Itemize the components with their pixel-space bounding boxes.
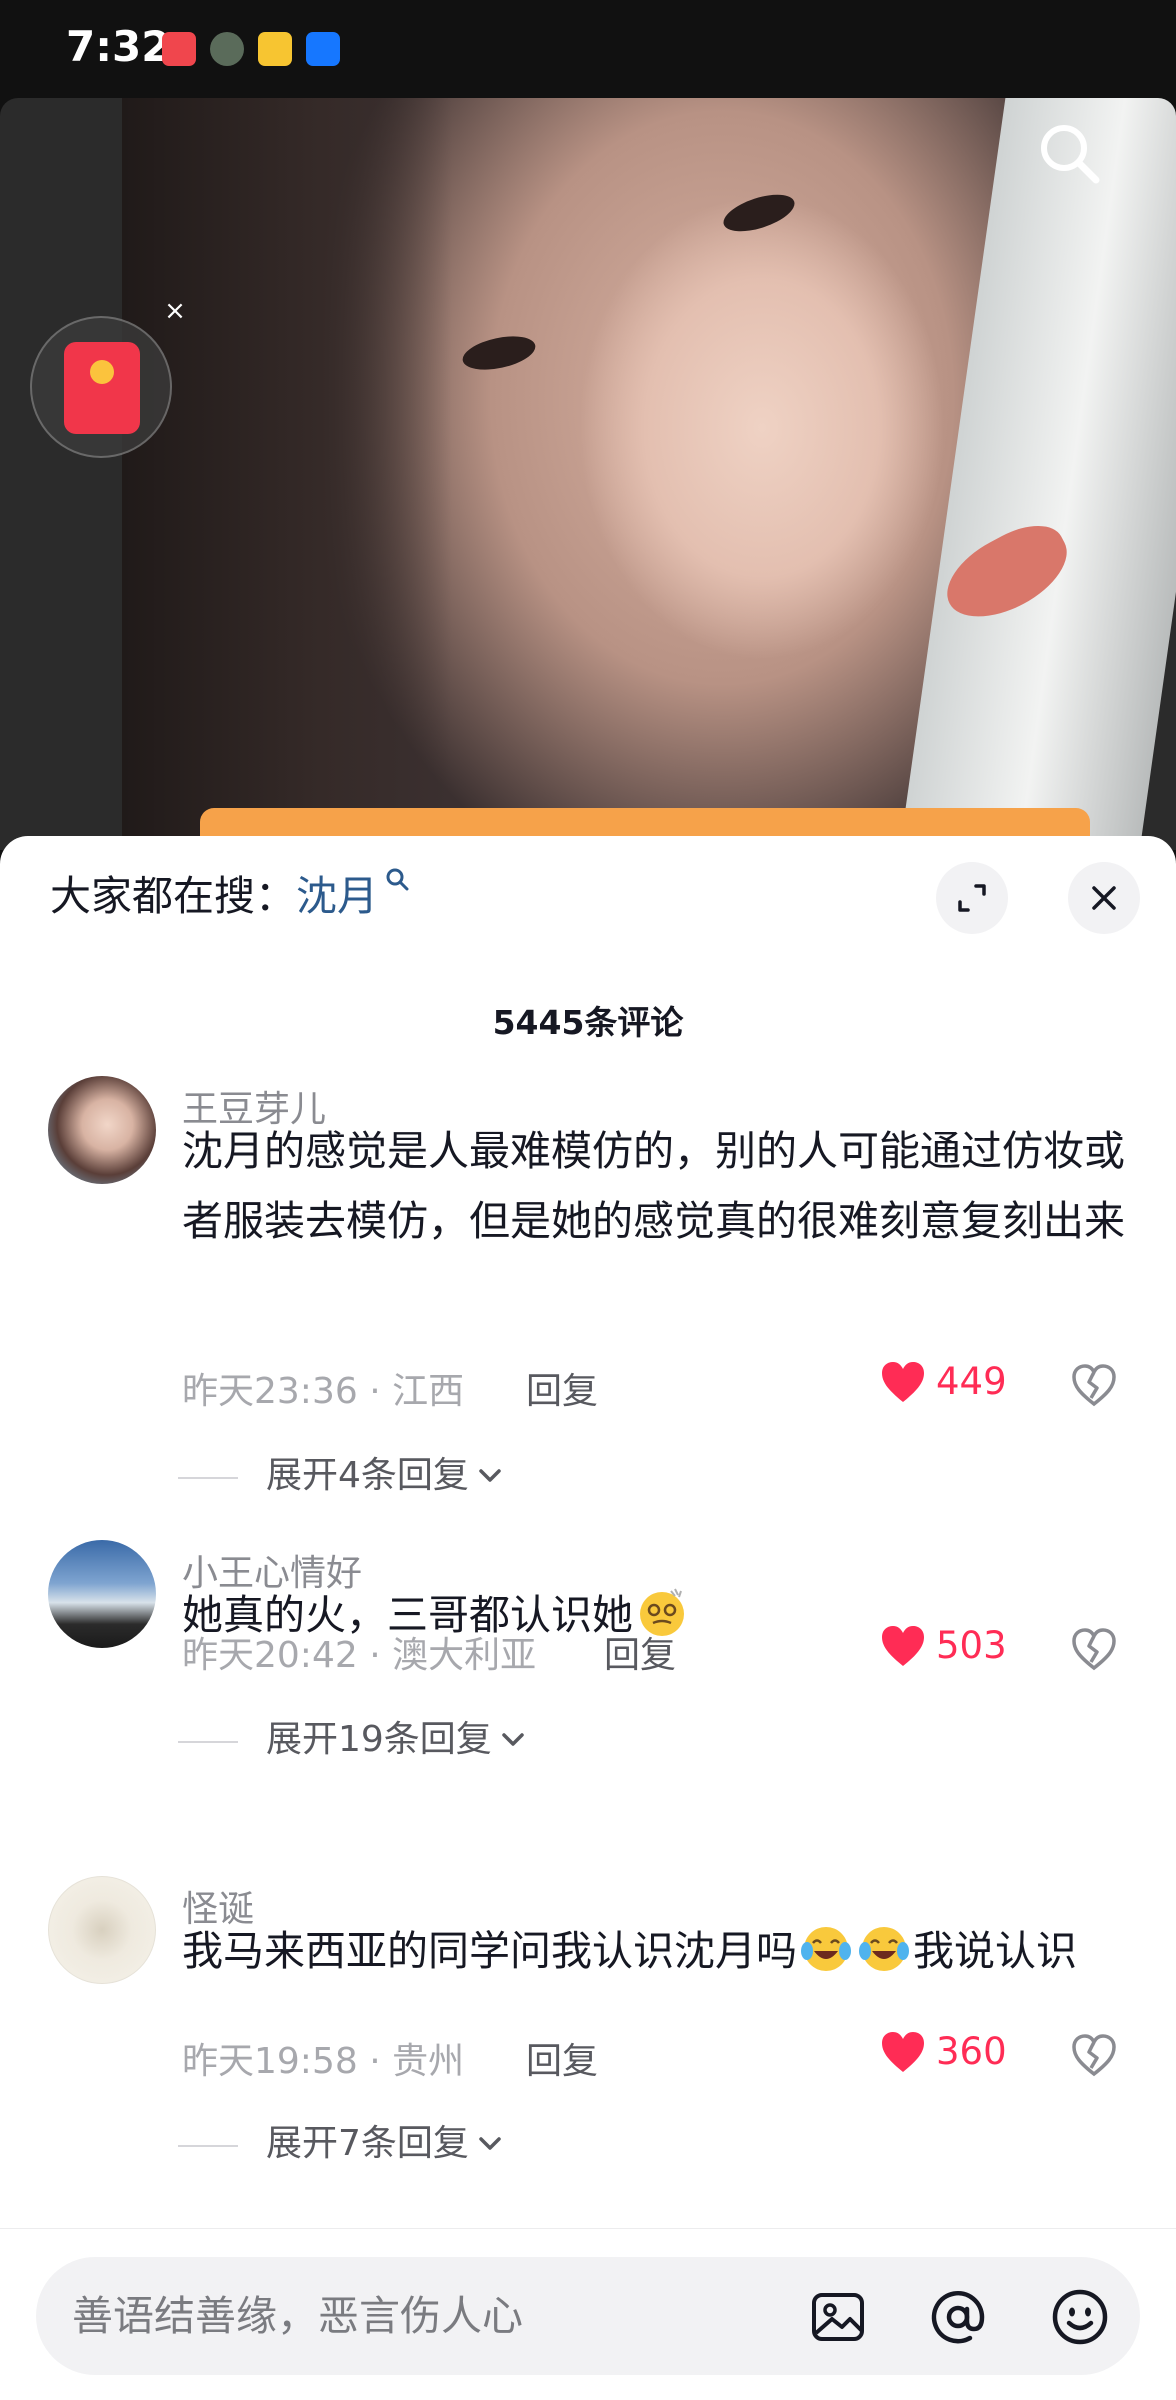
expand-replies-label: 展开4条回复	[266, 1455, 469, 1496]
red-packet-button[interactable]	[30, 316, 172, 458]
comment-location: 江西	[392, 1371, 465, 1412]
comment-text-content: 我马来西亚的同学问我认识沈月吗	[182, 1927, 797, 1975]
avatar[interactable]	[48, 1876, 156, 1984]
broken-heart-icon[interactable]	[1070, 1362, 1118, 1410]
heart-icon	[882, 2032, 924, 2072]
reply-button[interactable]: 回复	[604, 1626, 676, 1678]
comment-text-tail: 我说认识	[913, 1927, 1077, 1975]
like-count: 360	[936, 2030, 1007, 2073]
chevron-down-icon	[502, 1733, 524, 1746]
comment-meta: 昨天19:58 · 贵州	[182, 2041, 465, 2082]
comment-time: 昨天23:36	[182, 1371, 358, 1412]
reply-button[interactable]: 回复	[526, 2032, 598, 2084]
heart-icon	[882, 1362, 924, 1402]
at-icon[interactable]	[926, 2285, 990, 2349]
broken-heart-icon[interactable]	[1070, 1626, 1118, 1674]
chevron-down-icon	[479, 2137, 501, 2150]
broken-heart-icon[interactable]	[1070, 2032, 1118, 2080]
search-suggestion-keyword[interactable]: 沈月	[296, 872, 378, 920]
comment-meta: 昨天20:42 · 澳大利亚	[182, 1635, 537, 1676]
red-packet-icon	[64, 342, 140, 434]
video-frame	[122, 98, 1176, 850]
comment-meta: 昨天23:36 · 江西	[182, 1371, 465, 1412]
close-icon	[1092, 886, 1116, 910]
comment-time: 昨天20:42	[182, 1635, 358, 1676]
comment-text: 沈月的感觉是人最难模仿的，别的人可能通过仿妆或者服装去模仿，但是她的感觉真的很难…	[182, 1127, 1125, 1245]
expand-icon	[958, 884, 986, 912]
comments-sheet: 大家都在搜：沈月 5445条评论 王豆芽儿 沈月的感觉是人最难模仿的，别的人可能…	[0, 836, 1176, 2400]
mail-notification-icon	[258, 32, 292, 66]
close-button[interactable]	[1068, 862, 1140, 934]
laughing-tears-emoji-icon	[859, 1927, 909, 1971]
search-suggestion[interactable]: 大家都在搜：沈月	[50, 866, 410, 926]
avatar[interactable]	[48, 1076, 156, 1184]
red-packet-close-icon[interactable]: ×	[160, 296, 190, 326]
chevron-down-icon	[479, 1469, 501, 1482]
app-notification-icon	[162, 32, 196, 66]
comment-location: 贵州	[392, 2041, 465, 2082]
status-time: 7:32	[66, 22, 171, 71]
keyword-search-icon	[386, 868, 409, 891]
comment-input-bar: 善语结善缘，恶言伤人心	[0, 2228, 1176, 2400]
heart-icon	[882, 1626, 924, 1666]
expand-replies-label: 展开19条回复	[266, 1719, 492, 1760]
expand-button[interactable]	[936, 862, 1008, 934]
like-count: 449	[936, 1360, 1007, 1403]
expand-replies-label: 展开7条回复	[266, 2123, 469, 2164]
reply-button[interactable]: 回复	[526, 1362, 598, 1414]
comment-text: 我马来西亚的同学问我认识沈月吗 我说认识	[182, 1916, 1142, 1986]
emoji-icon[interactable]	[1048, 2285, 1112, 2349]
image-icon[interactable]	[806, 2285, 870, 2349]
comment-time: 昨天19:58	[182, 2041, 358, 2082]
status-bar: 7:32	[0, 0, 1176, 98]
comment-input-placeholder: 善语结善缘，恶言伤人心	[72, 2292, 523, 2340]
comment-count: 5445条评论	[492, 1003, 684, 1042]
avatar[interactable]	[48, 1540, 156, 1648]
alipay-notification-icon	[306, 32, 340, 66]
video-player[interactable]	[0, 98, 1176, 850]
search-icon[interactable]	[1034, 118, 1104, 188]
comment-input[interactable]: 善语结善缘，恶言伤人心	[36, 2257, 1140, 2375]
like-count: 503	[936, 1624, 1007, 1667]
search-suggestion-label: 大家都在搜：	[50, 872, 296, 920]
comment-location: 澳大利亚	[392, 1635, 537, 1676]
laughing-tears-emoji-icon	[801, 1927, 851, 1971]
avatar-notification-icon	[210, 32, 244, 66]
